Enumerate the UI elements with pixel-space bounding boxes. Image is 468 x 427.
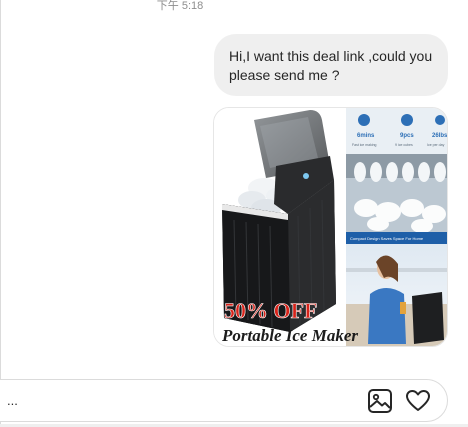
panel-left-border xyxy=(0,0,1,427)
spec-label: Ice per day xyxy=(427,143,445,147)
banner-text: Compact Design Saves Space For Home xyxy=(350,236,424,241)
message-input[interactable] xyxy=(7,388,307,412)
discount-badge: 50% OFF xyxy=(224,298,318,323)
message-timestamp: 下午 5:18 xyxy=(156,0,204,12)
spec-value: 6mins xyxy=(357,133,375,139)
product-image-attachment[interactable]: 6mins 9pcs 26lbs Fast ice making 9 ice c… xyxy=(213,107,448,347)
message-bubble: Hi,I want this deal link ,could you plea… xyxy=(214,34,448,96)
spec-value: 9pcs xyxy=(400,133,414,139)
image-icon[interactable] xyxy=(367,388,393,414)
message-composer xyxy=(0,379,448,422)
spec-label: Fast ice making xyxy=(352,143,377,147)
ice-maker-photo: 6mins 9pcs 26lbs Fast ice making 9 ice c… xyxy=(214,108,448,346)
spec-value: 26lbs xyxy=(432,133,448,139)
spec-label: 9 ice cubes xyxy=(395,143,413,147)
message-text: Hi,I want this deal link ,could you plea… xyxy=(229,48,433,83)
product-title: Portable Ice Maker xyxy=(221,326,358,345)
heart-icon[interactable] xyxy=(405,388,431,414)
